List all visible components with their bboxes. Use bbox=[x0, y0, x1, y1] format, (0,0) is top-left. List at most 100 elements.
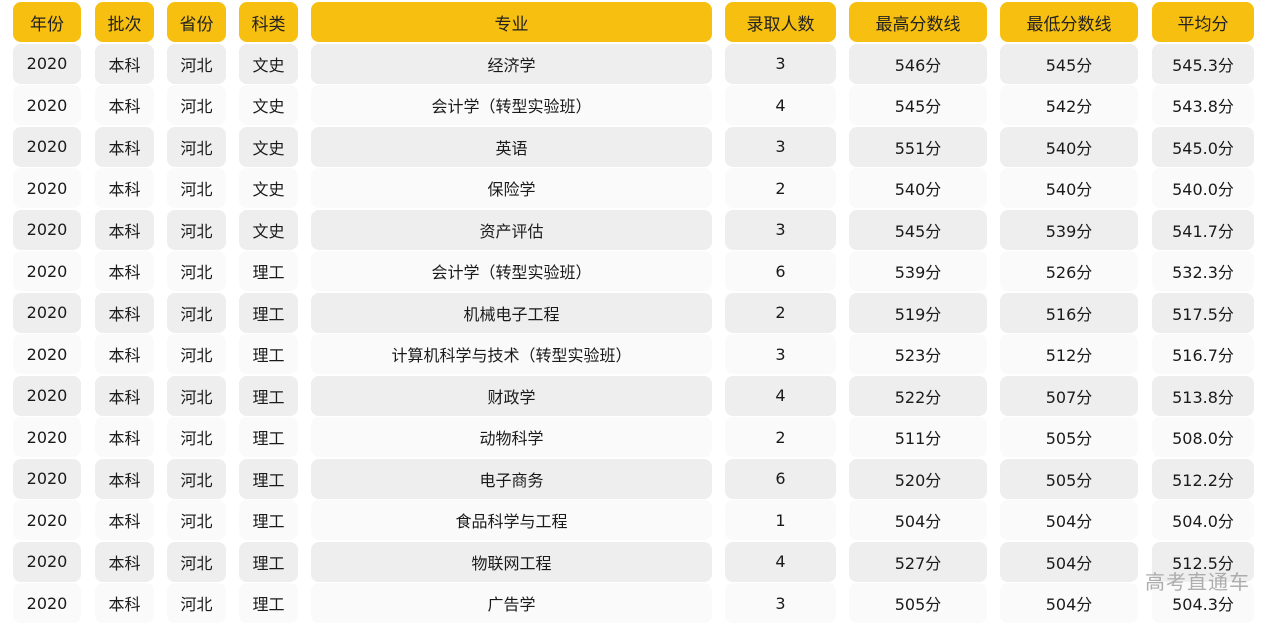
table-row: 2020 本科 河北 理工 电子商务 6 520分 505分 512.2分 bbox=[0, 457, 1280, 499]
batch-cell: 本科 bbox=[95, 251, 154, 291]
table-header-row: 年份 批次 省份 科类 专业 录取人数 最高分数线 最低分数线 平均分 bbox=[0, 0, 1280, 42]
admitted-cell: 2 bbox=[725, 417, 836, 457]
max-score-cell: 504分 bbox=[849, 500, 987, 540]
province-cell: 河北 bbox=[167, 500, 226, 540]
table-row: 2020 本科 河北 理工 财政学 4 522分 507分 513.8分 bbox=[0, 374, 1280, 416]
table-row: 2020 本科 河北 理工 物联网工程 4 527分 504分 512.5分 bbox=[0, 540, 1280, 582]
min-score-cell: 542分 bbox=[1000, 85, 1138, 125]
province-cell: 河北 bbox=[167, 251, 226, 291]
category-cell: 文史 bbox=[239, 126, 298, 167]
header-category: 科类 bbox=[239, 2, 298, 42]
header-min-score: 最低分数线 bbox=[1000, 2, 1138, 42]
admitted-cell: 2 bbox=[725, 168, 836, 208]
min-score-cell: 504分 bbox=[1000, 500, 1138, 540]
max-score-cell: 546分 bbox=[849, 43, 987, 84]
major-cell: 电子商务 bbox=[311, 458, 712, 499]
batch-cell: 本科 bbox=[95, 334, 154, 374]
min-score-cell: 540分 bbox=[1000, 126, 1138, 167]
major-cell: 会计学（转型实验班） bbox=[311, 85, 712, 125]
avg-score-cell: 532.3分 bbox=[1152, 251, 1254, 291]
batch-cell: 本科 bbox=[95, 209, 154, 250]
major-cell: 广告学 bbox=[311, 583, 712, 623]
batch-cell: 本科 bbox=[95, 375, 154, 416]
province-cell: 河北 bbox=[167, 85, 226, 125]
max-score-cell: 540分 bbox=[849, 168, 987, 208]
batch-cell: 本科 bbox=[95, 541, 154, 582]
major-cell: 机械电子工程 bbox=[311, 292, 712, 333]
major-cell: 财政学 bbox=[311, 375, 712, 416]
admitted-cell: 6 bbox=[725, 251, 836, 291]
major-cell: 会计学（转型实验班） bbox=[311, 251, 712, 291]
province-cell: 河北 bbox=[167, 168, 226, 208]
batch-cell: 本科 bbox=[95, 583, 154, 623]
year-cell: 2020 bbox=[13, 458, 81, 499]
major-cell: 资产评估 bbox=[311, 209, 712, 250]
table-row: 2020 本科 河北 理工 食品科学与工程 1 504分 504分 504.0分 bbox=[0, 498, 1280, 540]
year-cell: 2020 bbox=[13, 126, 81, 167]
table-row: 2020 本科 河北 理工 广告学 3 505分 504分 504.3分 bbox=[0, 581, 1280, 623]
province-cell: 河北 bbox=[167, 375, 226, 416]
min-score-cell: 504分 bbox=[1000, 583, 1138, 623]
table-row: 2020 本科 河北 理工 计算机科学与技术（转型实验班） 3 523分 512分 516.7分 bbox=[0, 332, 1280, 374]
header-max-score: 最高分数线 bbox=[849, 2, 987, 42]
max-score-cell: 545分 bbox=[849, 209, 987, 250]
year-cell: 2020 bbox=[13, 334, 81, 374]
admitted-cell: 3 bbox=[725, 583, 836, 623]
category-cell: 理工 bbox=[239, 541, 298, 582]
header-avg-score: 平均分 bbox=[1152, 2, 1254, 42]
major-cell: 食品科学与工程 bbox=[311, 500, 712, 540]
header-batch: 批次 bbox=[95, 2, 154, 42]
batch-cell: 本科 bbox=[95, 500, 154, 540]
avg-score-cell: 540.0分 bbox=[1152, 168, 1254, 208]
max-score-cell: 519分 bbox=[849, 292, 987, 333]
header-major: 专业 bbox=[311, 2, 712, 42]
admitted-cell: 2 bbox=[725, 292, 836, 333]
avg-score-cell: 517.5分 bbox=[1152, 292, 1254, 333]
max-score-cell: 520分 bbox=[849, 458, 987, 499]
province-cell: 河北 bbox=[167, 458, 226, 499]
year-cell: 2020 bbox=[13, 85, 81, 125]
major-cell: 计算机科学与技术（转型实验班） bbox=[311, 334, 712, 374]
batch-cell: 本科 bbox=[95, 417, 154, 457]
min-score-cell: 526分 bbox=[1000, 251, 1138, 291]
avg-score-cell: 541.7分 bbox=[1152, 209, 1254, 250]
batch-cell: 本科 bbox=[95, 43, 154, 84]
admitted-cell: 3 bbox=[725, 209, 836, 250]
max-score-cell: 551分 bbox=[849, 126, 987, 167]
max-score-cell: 523分 bbox=[849, 334, 987, 374]
province-cell: 河北 bbox=[167, 126, 226, 167]
min-score-cell: 507分 bbox=[1000, 375, 1138, 416]
admitted-cell: 3 bbox=[725, 334, 836, 374]
max-score-cell: 545分 bbox=[849, 85, 987, 125]
category-cell: 文史 bbox=[239, 168, 298, 208]
table-row: 2020 本科 河北 理工 机械电子工程 2 519分 516分 517.5分 bbox=[0, 291, 1280, 333]
province-cell: 河北 bbox=[167, 43, 226, 84]
category-cell: 理工 bbox=[239, 500, 298, 540]
year-cell: 2020 bbox=[13, 583, 81, 623]
table-row: 2020 本科 河北 理工 会计学（转型实验班） 6 539分 526分 532.3分 bbox=[0, 249, 1280, 291]
table-row: 2020 本科 河北 文史 资产评估 3 545分 539分 541.7分 bbox=[0, 208, 1280, 250]
table-row: 2020 本科 河北 理工 动物科学 2 511分 505分 508.0分 bbox=[0, 415, 1280, 457]
category-cell: 理工 bbox=[239, 334, 298, 374]
category-cell: 理工 bbox=[239, 375, 298, 416]
max-score-cell: 505分 bbox=[849, 583, 987, 623]
avg-score-cell: 543.8分 bbox=[1152, 85, 1254, 125]
province-cell: 河北 bbox=[167, 292, 226, 333]
table-row: 2020 本科 河北 文史 会计学（转型实验班） 4 545分 542分 543.8分 bbox=[0, 83, 1280, 125]
batch-cell: 本科 bbox=[95, 458, 154, 499]
province-cell: 河北 bbox=[167, 334, 226, 374]
province-cell: 河北 bbox=[167, 583, 226, 623]
avg-score-cell: 508.0分 bbox=[1152, 417, 1254, 457]
admitted-cell: 1 bbox=[725, 500, 836, 540]
province-cell: 河北 bbox=[167, 209, 226, 250]
header-admitted: 录取人数 bbox=[725, 2, 836, 42]
category-cell: 文史 bbox=[239, 85, 298, 125]
year-cell: 2020 bbox=[13, 209, 81, 250]
table-row: 2020 本科 河北 文史 经济学 3 546分 545分 545.3分 bbox=[0, 42, 1280, 84]
year-cell: 2020 bbox=[13, 292, 81, 333]
year-cell: 2020 bbox=[13, 500, 81, 540]
min-score-cell: 505分 bbox=[1000, 458, 1138, 499]
admission-table: 年份 批次 省份 科类 专业 录取人数 最高分数线 最低分数线 平均分 2020… bbox=[0, 0, 1280, 623]
admitted-cell: 4 bbox=[725, 375, 836, 416]
table-body: 2020 本科 河北 文史 经济学 3 546分 545分 545.3分 2020 本科 河北 文史 会计… bbox=[0, 42, 1280, 623]
